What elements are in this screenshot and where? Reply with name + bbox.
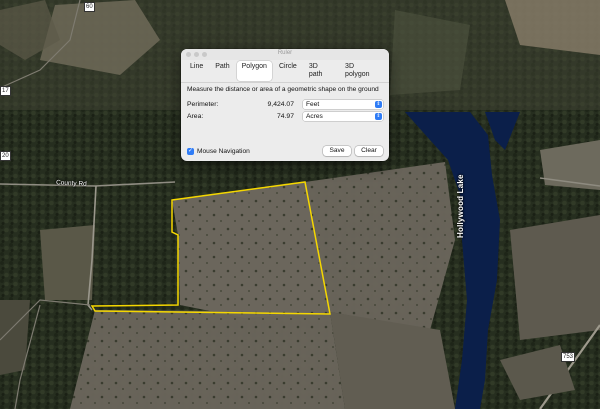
perimeter-value: 9,424.07 xyxy=(267,101,294,108)
tab-circle[interactable]: Circle xyxy=(274,61,302,81)
chevron-updown-icon: ⇕ xyxy=(375,101,382,108)
route-shield: 20 xyxy=(0,151,11,161)
tab-3d-path[interactable]: 3D path xyxy=(304,61,338,81)
window-title: Ruler xyxy=(277,50,293,56)
perimeter-unit-select[interactable]: Feet ⇕ xyxy=(303,100,383,109)
tab-3d-polygon[interactable]: 3D polygon xyxy=(340,61,385,81)
footer-bar: ✓ Mouse Navigation Save Clear xyxy=(187,146,383,157)
area-label: Area: xyxy=(187,113,204,120)
ruler-window: Ruler Line Path Polygon Circle 3D path 3… xyxy=(181,49,389,161)
tab-bar: Line Path Polygon Circle 3D path 3D poly… xyxy=(181,60,389,81)
chevron-updown-icon: ⇕ xyxy=(375,113,382,120)
tool-description: Measure the distance or area of a geomet… xyxy=(187,86,379,93)
mouse-navigation-label[interactable]: Mouse Navigation xyxy=(197,148,250,155)
window-titlebar[interactable]: Ruler xyxy=(181,49,389,60)
tab-path[interactable]: Path xyxy=(210,61,234,81)
area-unit: Acres xyxy=(306,113,323,120)
route-shield: 753 xyxy=(561,352,576,362)
checkbox-checked-icon[interactable]: ✓ xyxy=(187,148,194,155)
perimeter-label: Perimeter: xyxy=(187,101,219,108)
route-shield: 60 xyxy=(84,2,95,12)
route-shield: 17 xyxy=(0,86,11,96)
area-unit-select[interactable]: Acres ⇕ xyxy=(303,112,383,121)
clear-button[interactable]: Clear xyxy=(355,146,383,156)
perimeter-unit: Feet xyxy=(306,101,320,108)
save-button[interactable]: Save xyxy=(323,146,351,156)
perimeter-row: Perimeter: 9,424.07 Feet ⇕ xyxy=(187,100,383,110)
area-row: Area: 74.97 Acres ⇕ xyxy=(187,112,383,122)
tab-line[interactable]: Line xyxy=(185,61,208,81)
tab-polygon[interactable]: Polygon xyxy=(236,61,272,81)
lake-label: Hollywood Lake xyxy=(456,174,465,238)
area-value: 74.97 xyxy=(276,113,294,120)
